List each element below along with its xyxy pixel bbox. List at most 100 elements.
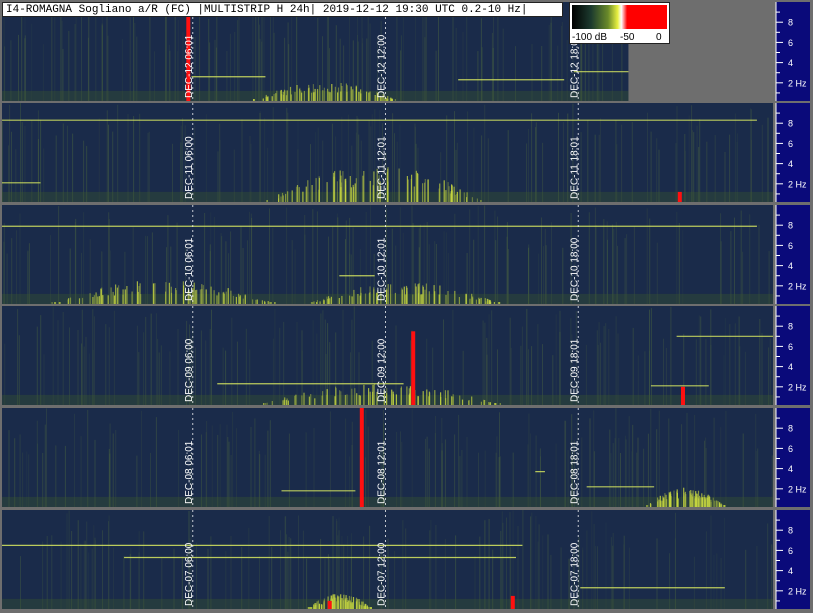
burst-mark [312, 302, 314, 304]
burst-mark [358, 395, 360, 405]
burst-mark [328, 296, 330, 304]
noise-streak [761, 332, 763, 405]
noise-streak [696, 125, 698, 202]
noise-streak [591, 511, 593, 609]
noise-streak [134, 23, 136, 101]
burst-mark [168, 282, 170, 304]
frequency-tick-label: 6 [788, 38, 793, 48]
noise-streak [132, 227, 134, 304]
burst-mark [287, 400, 289, 405]
noise-streak [232, 411, 234, 507]
hot-spot [359, 408, 364, 507]
noise-streak [530, 516, 532, 609]
burst-mark [67, 299, 69, 304]
noise-streak [342, 309, 344, 405]
time-label: DEC-09 06:00 [184, 338, 195, 402]
noise-streak [257, 15, 259, 102]
noise-streak [612, 532, 614, 609]
noise-streak [324, 319, 326, 405]
noise-streak [631, 122, 633, 202]
burst-mark [112, 291, 114, 304]
noise-streak [466, 436, 468, 507]
noise-streak [411, 408, 413, 507]
noise-streak [177, 329, 179, 405]
noise-streak [612, 224, 614, 304]
burst-mark [346, 597, 348, 609]
noise-streak [146, 236, 148, 304]
noise-streak [148, 131, 150, 202]
time-label: DEC-12 12:00 [377, 34, 388, 98]
burst-mark [484, 400, 486, 405]
burst-mark [368, 607, 370, 609]
frequency-tick-label: 4 [788, 159, 793, 169]
burst-mark [463, 192, 465, 202]
noise-streak [444, 538, 446, 609]
noise-streak [422, 9, 424, 102]
noise-streak [647, 112, 648, 202]
noise-streak [608, 328, 610, 405]
burst-mark [364, 293, 367, 304]
burst-mark [468, 400, 470, 405]
burst-mark [286, 398, 288, 405]
burst-mark [318, 603, 321, 609]
burst-mark [424, 179, 426, 202]
noise-streak [599, 118, 601, 202]
burst-mark [353, 289, 355, 304]
noise-streak [626, 234, 628, 304]
noise-streak [565, 420, 567, 507]
noise-streak [270, 5, 271, 101]
burst-mark [355, 178, 357, 202]
burst-mark [81, 297, 84, 304]
frequency-tick-label: 2 Hz [788, 586, 807, 596]
frequency-tick-label: 4 [788, 58, 793, 68]
burst-mark [352, 597, 355, 609]
noise-streak [174, 3, 176, 101]
burst-mark [89, 293, 91, 304]
frequency-tick-label: 8 [788, 221, 793, 231]
noise-streak [430, 520, 432, 609]
noise-streak [550, 14, 552, 101]
frequency-tick-label: 2 Hz [788, 78, 807, 88]
noise-streak [435, 416, 436, 507]
noise-streak [675, 512, 676, 609]
burst-mark [407, 179, 409, 202]
burst-mark [469, 298, 471, 304]
burst-mark [409, 393, 411, 405]
burst-mark [445, 294, 447, 304]
burst-mark [394, 292, 396, 304]
burst-mark [438, 188, 440, 202]
noise-streak [272, 228, 274, 304]
burst-mark [267, 301, 269, 304]
burst-mark [110, 287, 112, 304]
burst-mark [345, 180, 347, 202]
noise-streak [394, 133, 395, 202]
noise-streak [268, 516, 270, 609]
burst-mark [404, 294, 407, 304]
burst-mark [244, 294, 246, 304]
burst-mark [425, 283, 427, 304]
burst-mark [454, 290, 456, 304]
noise-streak [371, 114, 373, 202]
noise-streak [201, 434, 202, 507]
burst-mark [356, 393, 358, 405]
noise-streak [101, 23, 103, 102]
noise-streak [75, 13, 77, 101]
burst-mark [666, 499, 668, 507]
burst-mark [714, 500, 716, 507]
burst-mark [456, 194, 458, 202]
burst-mark [336, 181, 338, 202]
burst-mark [170, 292, 173, 304]
noise-streak [349, 9, 350, 101]
burst-mark [278, 198, 280, 202]
noise-streak [720, 213, 722, 304]
burst-mark [334, 86, 336, 101]
burst-mark [314, 603, 316, 609]
frequency-tick-label: 8 [788, 119, 793, 129]
burst-mark [295, 394, 297, 405]
noise-streak [329, 411, 331, 507]
noise-streak [272, 107, 274, 202]
frequency-tick-label: 6 [788, 342, 793, 352]
noise-streak [725, 410, 727, 507]
noise-streak [9, 104, 11, 202]
noise-streak [108, 327, 110, 405]
